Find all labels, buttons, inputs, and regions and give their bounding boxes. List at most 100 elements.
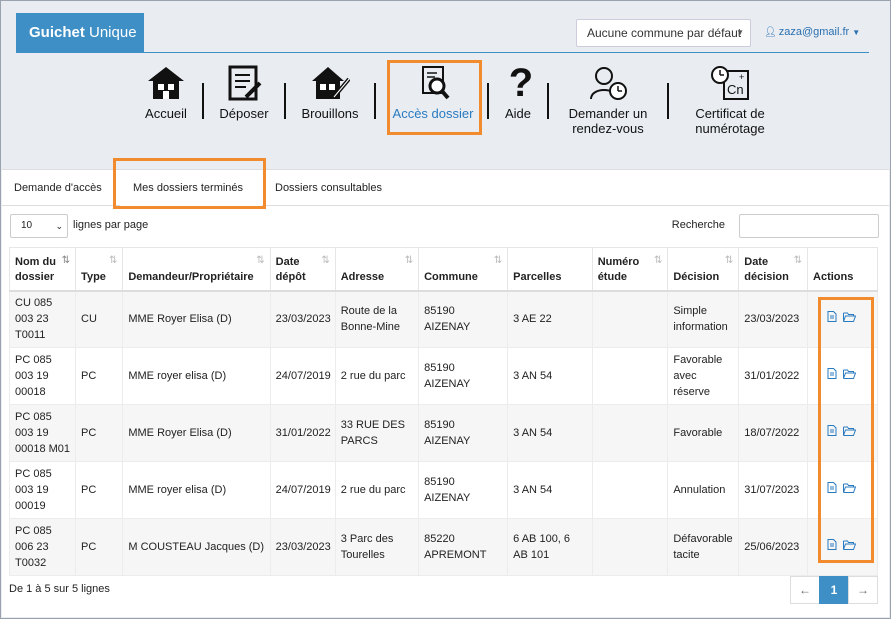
parcelles-line: 3 AE 22 xyxy=(513,313,552,326)
nom-line: 00019 xyxy=(15,500,46,512)
tab-dossiers-consultables[interactable]: Dossiers consultables xyxy=(275,182,382,194)
commune-line: AIZENAY xyxy=(424,435,471,447)
commune-line: AIZENAY xyxy=(424,492,471,504)
adresse-line: Bonne-Mine xyxy=(340,321,401,334)
nom-line: PC 085 xyxy=(15,411,52,423)
cell-demandeur: MME royer elisa (D) xyxy=(122,347,271,405)
col-depot-label-2: dépôt xyxy=(275,270,306,283)
cell-date-depot: 24/07/2019 xyxy=(269,347,336,405)
table-row[interactable]: PC 085 006 23 T0032 PC M COUSTEAU Jacques (D… xyxy=(8,518,878,576)
cell-decision: Favorable avec réserve xyxy=(667,347,740,405)
chevron-down-icon: ⌄ xyxy=(55,221,63,231)
nom-line: PC 085 xyxy=(15,525,52,537)
nav-aide[interactable]: ? Aide xyxy=(501,63,535,121)
decision-line: Simple xyxy=(673,305,707,318)
cell-type: PC xyxy=(75,461,124,519)
nav-deposer[interactable]: Déposer xyxy=(216,65,272,121)
cell-parcelles: 3 AE 22 xyxy=(507,290,593,348)
adresse-line: PARCS xyxy=(340,435,378,447)
commune-line: 85190 xyxy=(424,362,455,374)
cell-demandeur: MME royer elisa (D) xyxy=(122,461,271,519)
commune-select[interactable]: Aucune commune par défaut ▼ xyxy=(576,19,751,47)
home-edit-icon xyxy=(312,67,350,99)
pagination-prev-button[interactable]: ← xyxy=(790,576,820,604)
nom-line: T0032 xyxy=(15,557,47,569)
col-date-decision-label-2: décision xyxy=(744,270,789,283)
cell-demandeur: M COUSTEAU Jacques (D) xyxy=(122,518,271,576)
page-length-select[interactable]: 10 ⌄ xyxy=(10,214,68,238)
adresse-line: 3 Parc des xyxy=(340,533,394,545)
col-numero-etude[interactable]: ⇅ Numéro étude xyxy=(591,247,669,292)
cell-numero-etude xyxy=(591,404,669,462)
cell-parcelles: 3 AN 54 xyxy=(507,461,593,519)
commune-line: 85190 xyxy=(424,419,455,431)
pagination: ← 1 → xyxy=(790,576,878,604)
highlight-actions xyxy=(818,297,874,563)
decision-line: Annulation xyxy=(673,484,726,496)
pagination-page-button[interactable]: 1 xyxy=(819,576,849,604)
dossiers-table: ⇅ Nom du dossier ⇅ Type ⇅ Demandeur/Propriét… xyxy=(8,247,878,576)
cell-date-decision: 31/01/2022 xyxy=(738,347,809,405)
nav-certificat[interactable]: Cn + Certificat de numérotage xyxy=(684,65,776,136)
col-demandeur[interactable]: ⇅ Demandeur/Propriétaire xyxy=(122,247,271,292)
col-adresse[interactable]: ⇅ Adresse xyxy=(334,247,420,292)
col-commune[interactable]: ⇅ Commune xyxy=(418,247,509,292)
table-row[interactable]: PC 085 003 19 00018 M01 PC MME Royer Elisa (… xyxy=(8,404,878,462)
col-commune-label: Commune xyxy=(424,270,478,283)
table-row[interactable]: PC 085 003 19 00019 PC MME royer elisa (D) 24… xyxy=(8,461,878,519)
decision-line: tacite xyxy=(673,549,700,561)
user-menu[interactable]: 👤︎ zaza@gmail.fr ▼ xyxy=(764,26,860,38)
parcelles-line: 3 AN 54 xyxy=(513,370,553,382)
col-date-depot[interactable]: ⇅ Date dépôt xyxy=(269,247,336,292)
cell-date-depot: 23/03/2023 xyxy=(269,290,336,348)
cell-type: PC xyxy=(75,347,124,405)
col-type-label: Type xyxy=(81,270,106,283)
table-row[interactable]: CU 085 003 23 T0011 CU MME Royer Elisa (D) 23… xyxy=(8,290,878,348)
nav-separator xyxy=(487,83,489,119)
table-row[interactable]: PC 085 003 19 00018 PC MME royer elisa (D) 24… xyxy=(8,347,878,405)
commune-line: 85220 xyxy=(424,533,455,545)
cell-decision: Défavorable tacite xyxy=(667,518,740,576)
commune-line: 85190 xyxy=(424,305,455,318)
nom-line: 003 19 xyxy=(15,427,49,439)
decision-line: Défavorable xyxy=(673,533,733,545)
brand-logo[interactable]: Guichet Unique xyxy=(16,13,144,53)
cell-date-depot: 31/01/2022 xyxy=(269,404,336,462)
nav-separator xyxy=(374,83,376,119)
col-parcelles-label: Parcelles xyxy=(513,270,562,283)
cell-adresse: 2 rue du parc xyxy=(334,347,420,405)
search-input[interactable] xyxy=(739,214,879,238)
cell-numero-etude xyxy=(591,461,669,519)
nav-rendez-vous[interactable]: Demander un rendez-vous xyxy=(563,65,653,136)
decision-line: Favorable xyxy=(673,354,723,366)
nom-line: 00018 M01 xyxy=(15,443,71,455)
tab-demande-acces[interactable]: Demande d'accès xyxy=(14,182,102,194)
pagination-next-button[interactable]: → xyxy=(848,576,878,604)
sort-active-icon: ⇅ xyxy=(61,255,71,266)
page-length-value: 10 xyxy=(21,220,33,231)
col-type[interactable]: ⇅ Type xyxy=(75,247,124,292)
certificate-clock-icon: Cn + xyxy=(711,66,749,100)
col-decision[interactable]: ⇅ Décision xyxy=(667,247,740,292)
caret-down-icon: ▼ xyxy=(736,28,744,37)
col-nom-dossier[interactable]: ⇅ Nom du dossier xyxy=(8,247,77,292)
col-date-decision[interactable]: ⇅ Date décision xyxy=(738,247,809,292)
cell-commune: 85190 AIZENAY xyxy=(418,404,509,462)
nav-brouillons[interactable]: Brouillons xyxy=(298,65,362,121)
decision-line: avec xyxy=(673,370,697,382)
cell-numero-etude xyxy=(591,290,669,348)
cell-adresse: 3 Parc des Tourelles xyxy=(334,518,420,576)
cell-nom: PC 085 003 19 00019 xyxy=(8,461,77,519)
nav-accueil[interactable]: Accueil xyxy=(141,65,191,121)
sort-icon: ⇅ xyxy=(653,255,663,266)
nom-line: 003 19 xyxy=(15,370,49,382)
nav-aide-label: Aide xyxy=(504,106,532,121)
table-header-row: ⇅ Nom du dossier ⇅ Type ⇅ Demandeur/Propriét… xyxy=(8,247,878,292)
nav-certificat-label-1: Certificat de xyxy=(695,106,765,121)
home-icon xyxy=(148,67,184,99)
cell-date-depot: 23/03/2023 xyxy=(269,518,336,576)
svg-text:+: + xyxy=(739,72,744,82)
decision-line: information xyxy=(673,321,728,334)
col-actions: Actions xyxy=(807,247,878,292)
nom-line: 003 19 xyxy=(15,484,49,496)
